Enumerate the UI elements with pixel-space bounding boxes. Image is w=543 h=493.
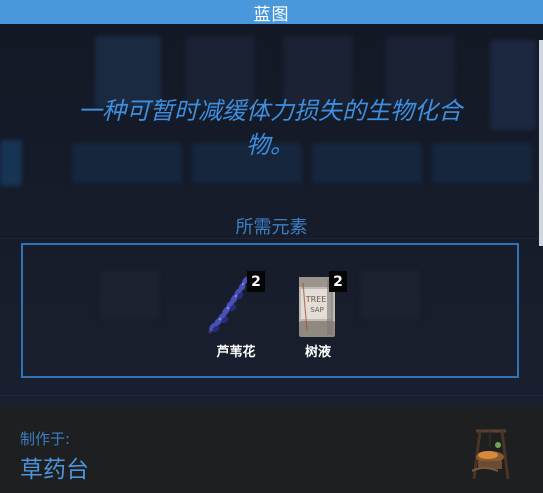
item-description: 一种可暂时减缓体力损失的生物化合物。 bbox=[78, 97, 462, 159]
crafting-station-name: 草药台 bbox=[20, 457, 89, 483]
blueprint-dialog: 蓝图 一种可暂时减缓体力损失的生物化合物。 所需元素 2 芦苇花 TREE SA… bbox=[0, 0, 543, 493]
requirements-title: 所需元素 bbox=[235, 217, 308, 238]
ingredient-name: 芦苇花 bbox=[216, 345, 256, 360]
svg-text:SAP: SAP bbox=[310, 306, 324, 314]
crafted-at-label: 制作于: bbox=[20, 430, 71, 448]
ingredient-tree-sap[interactable]: TREE SAP 2 树液 bbox=[283, 271, 353, 361]
herb-table-icon bbox=[471, 429, 510, 480]
ingredient-name: 树液 bbox=[304, 345, 331, 360]
dialog-title-bar: 蓝图 bbox=[0, 0, 543, 25]
ingredient-count: 2 bbox=[329, 271, 347, 292]
requirements-box: 2 芦苇花 TREE SAP 2 树液 bbox=[21, 243, 519, 378]
crafting-station-footer: 制作于: 草药台 bbox=[0, 407, 543, 493]
svg-text:TREE: TREE bbox=[305, 295, 327, 304]
dialog-title: 蓝图 bbox=[253, 4, 290, 25]
ingredient-reed-flower[interactable]: 2 芦苇花 bbox=[201, 271, 271, 361]
ingredient-count: 2 bbox=[247, 271, 265, 292]
